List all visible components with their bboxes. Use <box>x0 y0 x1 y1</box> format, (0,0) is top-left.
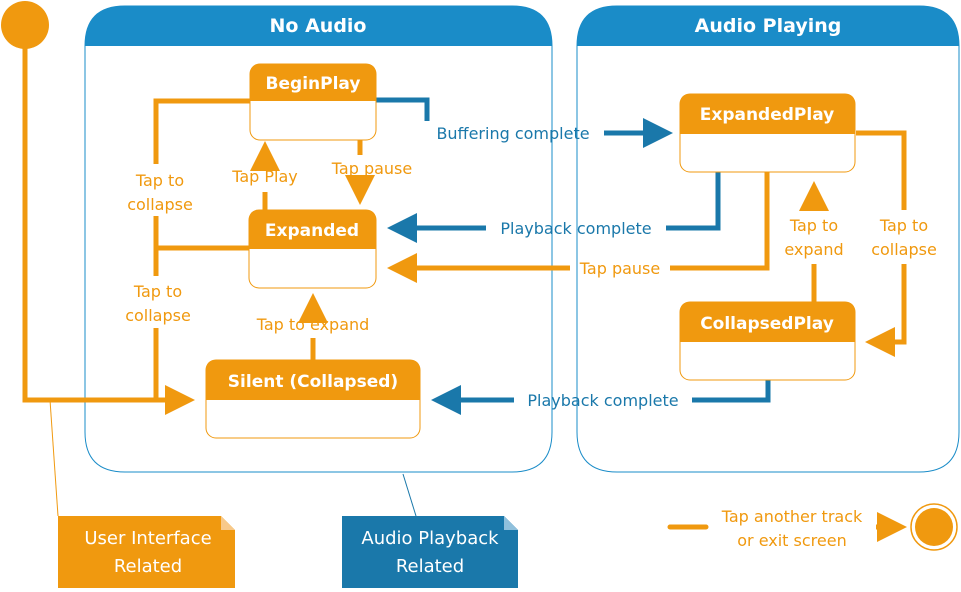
label-buffering-complete: Buffering complete <box>436 124 589 143</box>
label-tap-to-collapse-play-line1: Tap to <box>879 216 928 235</box>
state-title-expanded-play: ExpandedPlay <box>700 105 835 125</box>
region-title-no-audio: No Audio <box>270 15 367 37</box>
label-tap-to-collapse-1-line2: collapse <box>127 195 193 214</box>
note-ui-line2: Related <box>114 556 182 577</box>
state-expanded[interactable]: Expanded <box>248 209 377 289</box>
label-tap-to-collapse-2-line1: Tap to <box>133 282 182 301</box>
state-title-expanded: Expanded <box>265 221 359 241</box>
label-tap-to-collapse-1-line1: Tap to <box>135 171 184 190</box>
label-tap-to-expand-play-line1: Tap to <box>789 216 838 235</box>
ui-note-connector <box>49 399 59 517</box>
label-tap-to-collapse-2-line2: collapse <box>125 306 191 325</box>
final-state-icon <box>910 503 958 551</box>
state-expanded-play[interactable]: ExpandedPlay <box>679 93 856 173</box>
label-tap-play: Tap Play <box>231 167 298 186</box>
note-ui-line1: User Interface <box>84 528 211 549</box>
label-playback-complete-expanded: Playback complete <box>500 219 651 238</box>
state-silent-collapsed[interactable]: Silent (Collapsed) <box>205 359 421 439</box>
initial-state-icon <box>1 1 49 49</box>
note-audio-line1: Audio Playback <box>361 528 499 549</box>
note-audio-line2: Related <box>396 556 464 577</box>
note-audio-playback-related: Audio Playback Related <box>342 516 518 588</box>
label-tap-to-collapse-play-line2: collapse <box>871 240 937 259</box>
label-tap-pause-play: Tap pause <box>579 259 660 278</box>
label-exit-line1: Tap another track <box>721 507 863 526</box>
label-tap-to-expand-play-line2: expand <box>784 240 843 259</box>
state-title-begin-play: BeginPlay <box>266 74 361 94</box>
state-collapsed-play[interactable]: CollapsedPlay <box>679 301 856 381</box>
state-diagram: No Audio Audio Playing Tap to collapse T… <box>1 1 960 588</box>
note-user-interface-related: User Interface Related <box>58 516 235 588</box>
label-tap-pause-begin: Tap pause <box>331 159 412 178</box>
audio-note-connector <box>402 473 417 517</box>
state-begin-play[interactable]: BeginPlay <box>249 63 377 141</box>
label-exit-line2: or exit screen <box>737 531 846 550</box>
region-title-audio-playing: Audio Playing <box>695 15 842 37</box>
state-title-silent-collapsed: Silent (Collapsed) <box>228 372 398 392</box>
label-tap-to-expand-silent: Tap to expand <box>256 315 370 334</box>
label-playback-complete-silent: Playback complete <box>527 391 678 410</box>
state-title-collapsed-play: CollapsedPlay <box>700 314 834 334</box>
